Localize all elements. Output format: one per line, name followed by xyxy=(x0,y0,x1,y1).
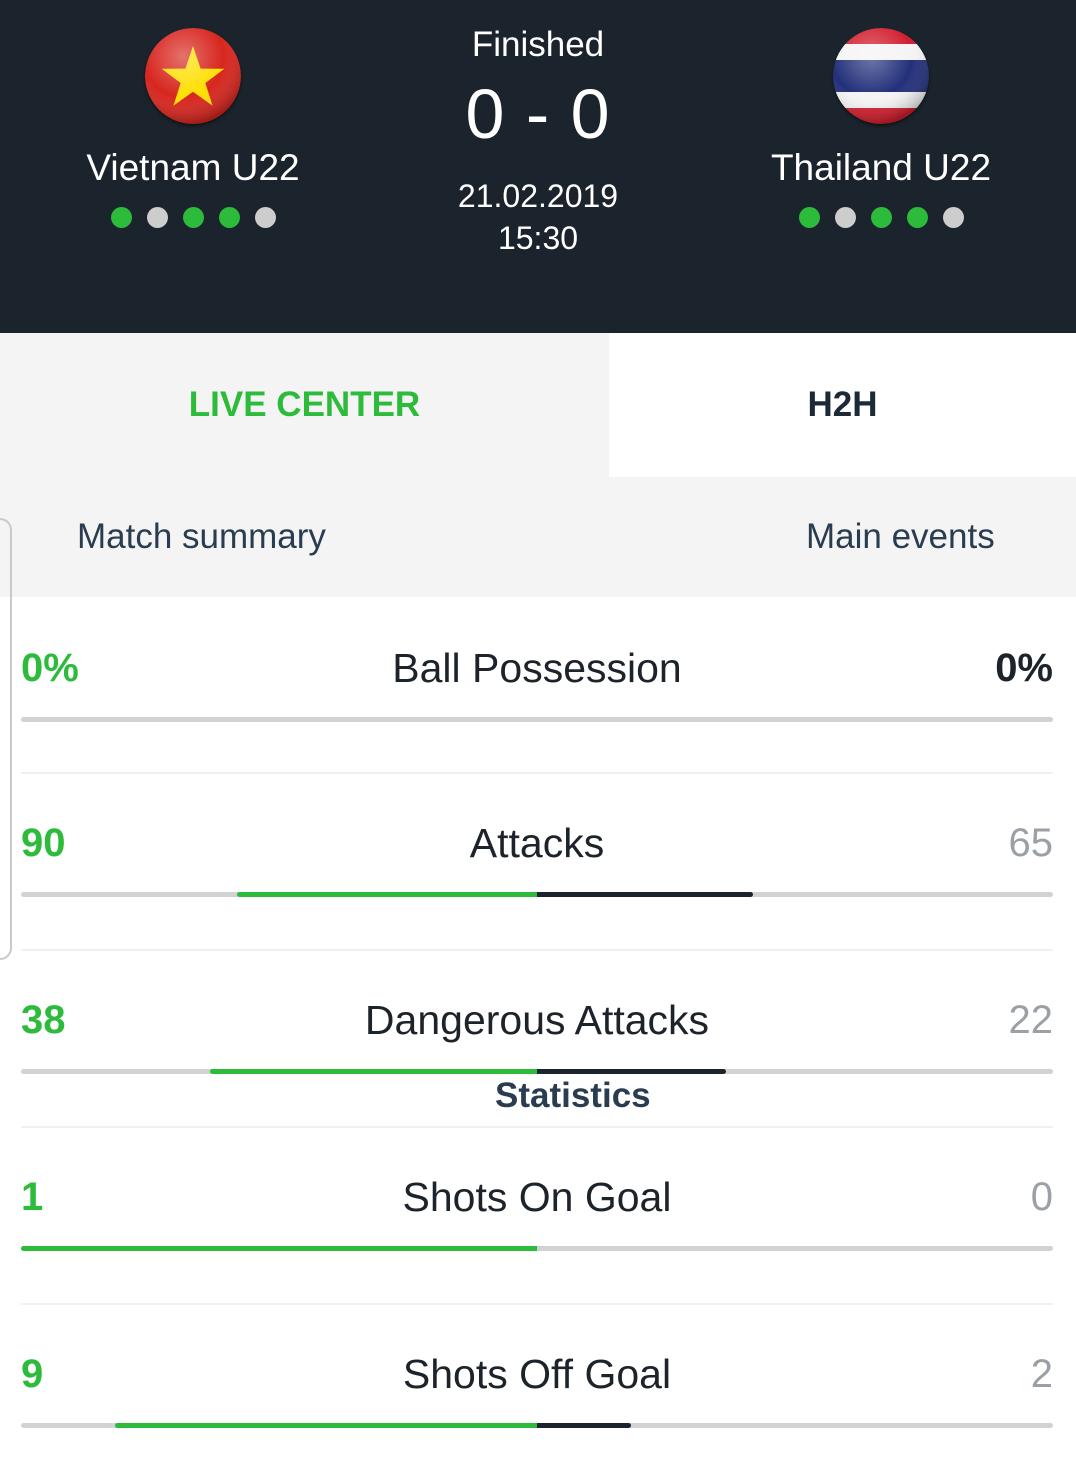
stat-bar xyxy=(21,1246,1053,1251)
stat-label: Dangerous Attacks xyxy=(364,997,710,1043)
form-win-dot xyxy=(110,207,132,228)
stat-divider xyxy=(21,772,1053,774)
form-draw-dot xyxy=(942,207,964,228)
stat-away-value: 2 xyxy=(1030,1352,1053,1396)
stat-divider xyxy=(21,1126,1053,1128)
form-win-dot xyxy=(218,207,240,228)
stat-bar xyxy=(21,717,1053,722)
thailand-flag-icon xyxy=(833,28,929,124)
stat-bar xyxy=(21,1069,1053,1074)
match-status: Finished xyxy=(471,25,605,64)
stat-row: 0% Ball Possession 0% xyxy=(21,597,1053,774)
stat-label: Shots Off Goal xyxy=(402,1351,672,1397)
stat-row: 90 Attacks 65 xyxy=(21,772,1053,949)
stat-bar xyxy=(21,1423,1053,1428)
form-draw-dot xyxy=(254,207,276,228)
form-draw-dot xyxy=(834,207,856,228)
away-team-name: Thailand U22 xyxy=(770,147,992,188)
vietnam-flag-icon xyxy=(145,28,241,124)
stat-label: Attacks xyxy=(469,820,605,866)
form-draw-dot xyxy=(146,207,168,228)
stat-divider xyxy=(21,949,1053,951)
tab-main-events[interactable]: Main events xyxy=(806,515,995,559)
match-time: 15:30 xyxy=(497,220,579,256)
tab-match-summary[interactable]: Match summary xyxy=(77,515,326,559)
stat-bar xyxy=(21,892,1053,897)
stat-row: 1 Shots On Goal 0 xyxy=(21,1126,1053,1303)
stat-row: 9 Shots Off Goal 2 xyxy=(21,1303,1053,1478)
stat-bar-away xyxy=(537,1423,631,1428)
home-form xyxy=(28,207,358,228)
form-win-dot xyxy=(870,207,892,228)
stat-bar-away xyxy=(537,892,754,897)
away-form xyxy=(716,207,1046,228)
tab-h2h[interactable]: H2H xyxy=(609,333,1076,477)
main-tabs: LIVE CENTER H2H xyxy=(0,333,1076,477)
sub-tabs: Match summary Statistics Main events xyxy=(0,477,1076,1115)
stat-away-value: 65 xyxy=(1008,821,1054,865)
stat-label: Shots On Goal xyxy=(402,1174,672,1220)
stat-row: 38 Dangerous Attacks 22 xyxy=(21,949,1053,1126)
home-team-name: Vietnam U22 xyxy=(86,147,300,188)
stat-bar-away xyxy=(537,1069,727,1074)
tab-live-center[interactable]: LIVE CENTER xyxy=(0,333,609,477)
form-win-dot xyxy=(182,207,204,228)
stat-away-value: 22 xyxy=(1008,998,1054,1042)
form-win-dot xyxy=(798,207,820,228)
stat-bar-home xyxy=(237,892,537,897)
stat-bar-home xyxy=(210,1069,537,1074)
match-date: 21.02.2019 xyxy=(457,178,619,214)
form-win-dot xyxy=(906,207,928,228)
match-header: Vietnam U22 Finished 0 - 0 21.02.2019 15… xyxy=(0,0,1076,333)
match-score: 0 - 0 xyxy=(465,75,611,153)
stat-bar-home xyxy=(21,1246,537,1251)
stat-divider xyxy=(21,1303,1053,1305)
stat-label: Ball Possession xyxy=(392,645,682,691)
stat-away-value: 0% xyxy=(995,646,1053,690)
stat-away-value: 0 xyxy=(1030,1175,1053,1219)
side-drawer-handle[interactable] xyxy=(0,518,12,960)
stat-bar-home xyxy=(114,1423,537,1428)
